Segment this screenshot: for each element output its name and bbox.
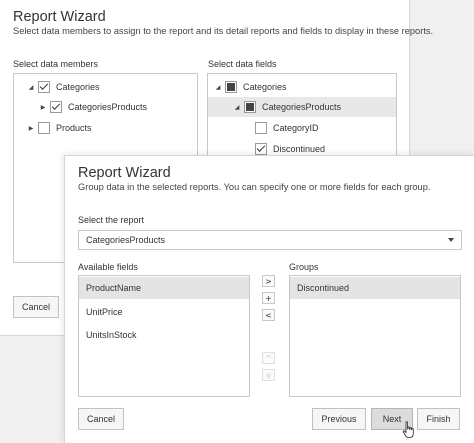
cancel-button[interactable]: Cancel (13, 296, 59, 318)
report-select-value: CategoriesProducts (86, 235, 166, 245)
expand-arrow-icon[interactable]: ◢ (213, 82, 223, 92)
move-down-button[interactable]: v (262, 369, 275, 381)
tree-node-label: Categories (56, 82, 100, 92)
tree-node-categoriesproducts[interactable]: ◢ CategoriesProducts (208, 97, 396, 117)
expand-arrow-icon[interactable]: ◢ (232, 102, 242, 112)
list-item[interactable]: Discontinued (290, 277, 460, 299)
report-label: Select the report (78, 215, 145, 225)
fields-label: Select data fields (208, 59, 277, 69)
wizard-subtitle: Group data in the selected reports. You … (78, 182, 431, 192)
groups-list[interactable]: Discontinued (289, 275, 461, 397)
tree-node-label: CategoriesProducts (262, 102, 342, 112)
available-fields-label: Available fields (78, 262, 138, 272)
checkbox-checked[interactable] (255, 143, 267, 155)
add-to-group-button[interactable]: > (262, 275, 275, 287)
checkbox-unchecked[interactable] (38, 122, 50, 134)
checkbox-partial[interactable] (244, 101, 256, 113)
tree-node-categoriesproducts[interactable]: ▶ CategoriesProducts (38, 97, 147, 117)
tree-node-label: Products (56, 123, 92, 133)
list-item[interactable]: UnitPrice (79, 301, 249, 323)
wizard-subtitle: Select data members to assign to the rep… (13, 26, 434, 36)
wizard-title: Report Wizard (78, 165, 171, 181)
new-group-button[interactable]: + (262, 292, 275, 304)
available-fields-list[interactable]: ProductName UnitPrice UnitsInStock (78, 275, 250, 397)
groups-label: Groups (289, 262, 319, 272)
report-select[interactable]: CategoriesProducts (78, 230, 462, 250)
checkbox-checked[interactable] (38, 81, 50, 93)
tree-node-categories[interactable]: ◢ Categories (213, 77, 287, 97)
remove-from-group-button[interactable]: < (262, 309, 275, 321)
tree-node-label: Categories (243, 82, 287, 92)
previous-button[interactable]: Previous (312, 408, 366, 430)
hand-pointer-icon (402, 421, 414, 438)
cancel-button[interactable]: Cancel (78, 408, 124, 430)
finish-button[interactable]: Finish (417, 408, 460, 430)
report-wizard-group-page: Report Wizard Group data in the selected… (64, 155, 474, 443)
list-item[interactable]: UnitsInStock (79, 324, 249, 346)
tree-node-products[interactable]: ▶ Products (26, 118, 92, 138)
tree-node-categoryid[interactable]: CategoryID (253, 118, 319, 138)
list-item[interactable]: ProductName (79, 277, 249, 299)
checkbox-unchecked[interactable] (255, 122, 267, 134)
tree-node-label: Discontinued (273, 144, 326, 154)
collapse-arrow-icon[interactable]: ▶ (26, 123, 36, 133)
move-up-button[interactable]: ^ (262, 352, 275, 364)
expand-arrow-icon[interactable]: ◢ (26, 82, 36, 92)
checkbox-checked[interactable] (50, 101, 62, 113)
collapse-arrow-icon[interactable]: ▶ (38, 102, 48, 112)
members-label: Select data members (13, 59, 99, 69)
checkbox-partial[interactable] (225, 81, 237, 93)
tree-node-categories[interactable]: ◢ Categories (26, 77, 100, 97)
wizard-title: Report Wizard (13, 9, 106, 25)
chevron-down-icon[interactable] (448, 238, 454, 242)
tree-node-label: CategoriesProducts (68, 102, 148, 112)
tree-node-label: CategoryID (273, 123, 319, 133)
